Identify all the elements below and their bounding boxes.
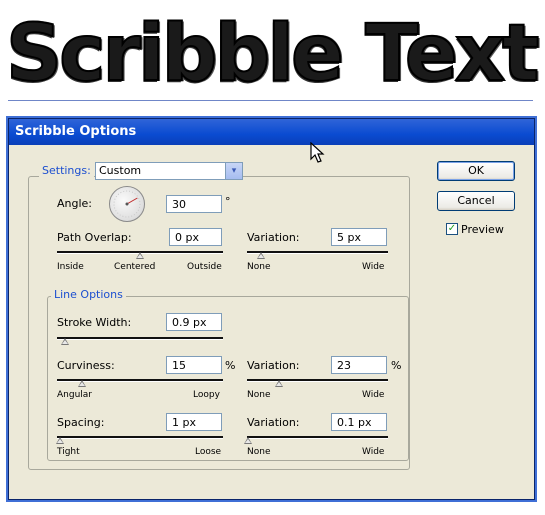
mouse-cursor-icon xyxy=(310,142,325,163)
curviness-variation-slider-thumb[interactable] xyxy=(275,380,284,387)
inside-label: Inside xyxy=(57,262,84,272)
loose-label: Loose xyxy=(195,447,222,457)
curviness-variation-slider[interactable] xyxy=(247,379,388,382)
settings-dropdown[interactable]: Custom ▾ xyxy=(95,162,243,180)
preview-label[interactable]: Preview xyxy=(461,223,504,236)
spacing-slider-thumb[interactable] xyxy=(56,437,65,444)
angle-input[interactable]: 30 xyxy=(166,195,222,213)
path-overlap-label: Path Overlap: xyxy=(57,231,132,244)
spacing-input[interactable]: 1 px xyxy=(166,413,222,431)
angle-dial[interactable] xyxy=(109,186,145,222)
angular-label: Angular xyxy=(57,390,92,400)
centered-label: Centered xyxy=(114,262,156,272)
overlap-variation-slider-thumb[interactable] xyxy=(257,252,266,259)
stroke-width-slider-thumb[interactable] xyxy=(61,338,70,345)
wide-label: Wide xyxy=(362,262,385,272)
stroke-width-input[interactable]: 0.9 px xyxy=(166,313,222,331)
none-label: None xyxy=(247,390,271,400)
wide-label: Wide xyxy=(362,447,385,457)
chevron-down-icon[interactable]: ▾ xyxy=(225,163,242,179)
overlap-variation-input[interactable]: 5 px xyxy=(331,228,387,246)
angle-label: Angle: xyxy=(57,197,93,210)
spacing-variation-slider-thumb[interactable] xyxy=(244,437,253,444)
stroke-width-label: Stroke Width: xyxy=(57,316,132,329)
angle-unit: ° xyxy=(225,195,231,208)
none-label: None xyxy=(247,262,271,272)
spacing-label: Spacing: xyxy=(57,416,105,429)
loopy-label: Loopy xyxy=(193,390,220,400)
spacing-variation-label: Variation: xyxy=(247,416,300,429)
preview-checkbox[interactable]: ✓ xyxy=(446,223,458,235)
curviness-unit: % xyxy=(225,359,236,372)
line-options-label: Line Options xyxy=(51,288,126,301)
outside-label: Outside xyxy=(187,262,222,272)
checkmark-icon: ✓ xyxy=(447,223,457,234)
settings-label: Settings: xyxy=(39,164,94,177)
scribble-text-banner: Scribble Text xyxy=(0,0,545,112)
spacing-slider[interactable] xyxy=(57,436,223,439)
ok-button[interactable]: OK xyxy=(437,161,515,181)
stroke-width-slider[interactable] xyxy=(57,337,223,340)
dialog-title: Scribble Options xyxy=(15,124,137,139)
wide-label: Wide xyxy=(362,390,385,400)
curviness-input[interactable]: 15 xyxy=(166,356,222,374)
curviness-label: Curviness: xyxy=(57,359,115,372)
spacing-variation-input[interactable]: 0.1 px xyxy=(331,413,387,431)
curviness-variation-unit: % xyxy=(391,359,402,372)
settings-selected-value: Custom xyxy=(99,164,142,177)
overlap-variation-slider[interactable] xyxy=(247,251,388,254)
none-label: None xyxy=(247,447,271,457)
curviness-variation-input[interactable]: 23 xyxy=(331,356,387,374)
curviness-slider-thumb[interactable] xyxy=(77,380,86,387)
banner-title: Scribble Text xyxy=(5,8,540,100)
angle-dial-icon xyxy=(113,190,141,218)
path-overlap-input[interactable]: 0 px xyxy=(169,228,222,246)
spacing-variation-slider[interactable] xyxy=(247,436,388,439)
baseline-guide xyxy=(8,100,533,101)
path-overlap-slider-thumb[interactable] xyxy=(136,252,144,259)
cancel-button[interactable]: Cancel xyxy=(437,191,515,211)
scribble-options-dialog: Scribble Options Settings: Custom ▾ Angl… xyxy=(8,118,535,500)
curviness-variation-label: Variation: xyxy=(247,359,300,372)
tight-label: Tight xyxy=(57,447,80,457)
dialog-title-bar[interactable]: Scribble Options xyxy=(9,119,534,145)
overlap-variation-label: Variation: xyxy=(247,231,300,244)
